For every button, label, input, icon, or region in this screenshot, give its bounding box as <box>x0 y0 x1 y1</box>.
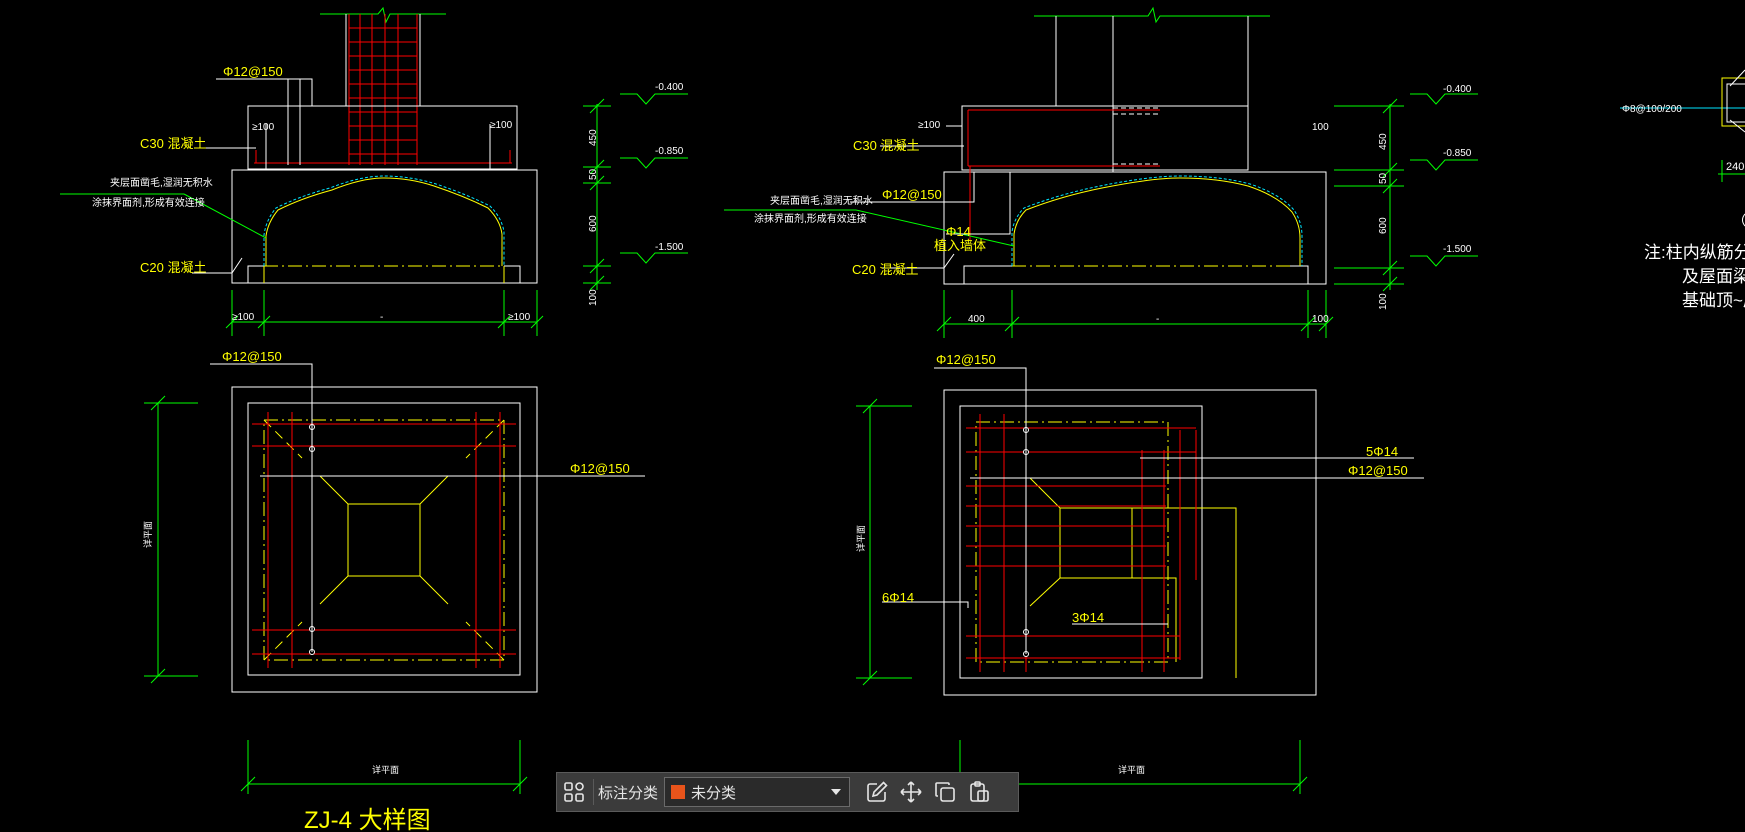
note-interface-2: 涂抹界面剂,形成有效连接 <box>92 196 205 209</box>
dim-100: 100 <box>1312 122 1329 133</box>
left-vertical-dims <box>583 93 688 291</box>
level-0400: -0.400 <box>655 82 684 93</box>
label-ge100: ≥100 <box>252 122 275 133</box>
label-phi14: Φ14 <box>946 224 971 239</box>
dim-side-label: 详平面 <box>855 525 866 552</box>
left-plan <box>144 363 645 794</box>
copy-icon[interactable] <box>928 775 962 809</box>
dim-100: 100 <box>1378 293 1389 310</box>
paste-icon[interactable] <box>962 775 996 809</box>
dim-100: 100 <box>588 289 599 306</box>
note-interface-1: 夹层面凿毛,湿润无积水 <box>770 194 873 207</box>
dim-600: 600 <box>588 215 599 232</box>
dim-100: 100 <box>1312 314 1329 325</box>
label-rebar-phi12-150: Φ12@150 <box>222 349 282 364</box>
note-interface-1: 夹层面凿毛,湿润无积水 <box>110 176 213 189</box>
dim-450: 450 <box>588 129 599 146</box>
label-rebar-phi12-150: Φ12@150 <box>882 187 942 202</box>
edit-icon[interactable] <box>860 775 894 809</box>
note-line-1: 注:柱内纵筋分别伸 <box>1644 243 1745 262</box>
dim-450: 450 <box>1378 133 1389 150</box>
label-5phi14: 5Φ14 <box>1366 444 1398 459</box>
dim-240: 240 <box>1726 161 1744 173</box>
dim-400: 400 <box>968 314 985 325</box>
drawing-title: ZJ-4 大样图 <box>304 807 431 832</box>
label-plant-into-wall: 植入墙体 <box>934 238 986 253</box>
category-select[interactable]: 未分类 <box>664 777 851 807</box>
label-6phi14: 6Φ14 <box>882 590 914 605</box>
far-right-detail <box>1620 69 1745 227</box>
toolbar-divider <box>593 779 594 805</box>
dim-dash: - <box>1156 314 1159 325</box>
layout-grid-icon[interactable] <box>557 775 591 809</box>
dim-50: 50 <box>1378 172 1389 184</box>
dim-ge100: ≥100 <box>508 312 531 323</box>
label-c30-concrete: C30 混凝土 <box>853 138 919 153</box>
label-c20-concrete: C20 混凝土 <box>852 262 918 277</box>
level-0400: -0.400 <box>1443 84 1472 95</box>
label-rebar-phi12-150: Φ12@150 <box>1348 463 1408 478</box>
label-rebar-phi12-150: Φ12@150 <box>223 64 283 79</box>
dim-50: 50 <box>588 168 599 180</box>
dim-dash: - <box>380 312 383 323</box>
note-line-2: 及屋面梁各 <box>1682 267 1745 286</box>
interface-line <box>263 175 505 266</box>
level-1500: -1.500 <box>1443 244 1472 255</box>
dim-bottom-label: 详平面 <box>1118 764 1145 775</box>
category-color-swatch <box>671 785 686 799</box>
annotation-toolbar: 标注分类 未分类 <box>556 772 1019 812</box>
category-label: 标注分类 <box>598 783 659 802</box>
label-c30-concrete: C30 混凝土 <box>140 136 206 151</box>
label-stirrup: Φ8@100/200 <box>1622 104 1682 115</box>
move-icon[interactable] <box>894 775 928 809</box>
label-c20-concrete: C20 混凝土 <box>140 260 206 275</box>
label-rebar-phi12-150: Φ12@150 <box>936 352 996 367</box>
dim-side-label: 详平面 <box>142 521 153 548</box>
category-select-value: 未分类 <box>691 783 737 802</box>
dim-600: 600 <box>1378 217 1389 234</box>
right-elevation <box>724 6 1478 338</box>
label-3phi14: 3Φ14 <box>1072 610 1104 625</box>
dim-ge100: ≥100 <box>232 312 255 323</box>
label-ge100: ≥100 <box>918 120 941 131</box>
chevron-down-icon <box>831 789 842 795</box>
label-ge100: ≥100 <box>490 120 513 131</box>
column-rebar <box>254 14 512 165</box>
level-1500: -1.500 <box>655 242 684 253</box>
label-rebar-phi12-150: Φ12@150 <box>570 461 630 476</box>
level-0850: -0.850 <box>1443 148 1472 159</box>
note-line-3: 基础顶~屋 <box>1682 291 1745 310</box>
level-0850: -0.850 <box>655 146 684 157</box>
left-horizontal-dims <box>225 290 544 336</box>
dim-bottom-label: 详平面 <box>372 764 399 775</box>
right-plan <box>856 367 1424 794</box>
cad-drawing-canvas[interactable]: Φ12@150 C30 混凝土 C20 混凝土 ≥100 ≥100 夹层面凿毛,… <box>0 0 1745 832</box>
column-break-line <box>320 6 446 24</box>
plan-rebar-grid <box>252 412 516 668</box>
note-interface-2: 涂抹界面剂,形成有效连接 <box>754 212 867 225</box>
